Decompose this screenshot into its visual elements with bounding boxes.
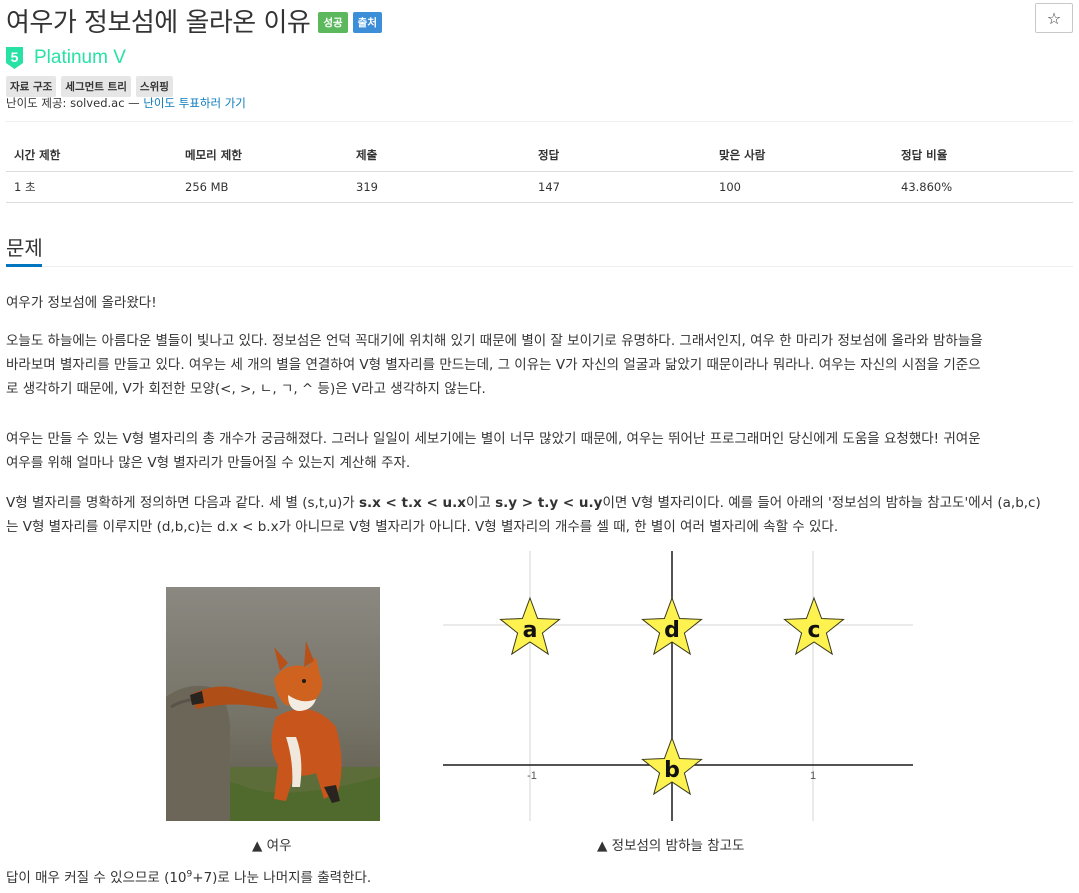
success-label[interactable]: 성공 [318,11,348,33]
tier-badge-icon[interactable]: 5 [6,47,23,69]
vote-difficulty-link[interactable]: 난이도 투표하러 가기 [143,96,246,110]
problem-title: 여우가 정보섬에 올라온 이유 [6,7,311,38]
section-underline [6,264,42,267]
definition-text-1: V형 별자리를 명확하게 정의하면 다음과 같다. 세 별 (s,t,u)가 [6,495,359,511]
output-instruction: 답이 매우 커질 수 있으므로 (109+7)로 나눈 나머지를 출력한다. [6,866,372,887]
paragraph-definition: V형 별자리를 명확하게 정의하면 다음과 같다. 세 별 (s,t,u)가 s… [6,491,1073,539]
section-divider [6,266,1073,267]
star-label: d [664,618,680,643]
paragraph-request-line-1: 여우는 만들 수 있는 V형 별자리의 총 개수가 궁금해졌다. 그러나 일일이… [6,431,981,447]
source-label[interactable]: 출처 [352,11,382,33]
difficulty-credit: 난이도 제공: solved.ac — 난이도 투표하러 가기 [6,95,246,111]
x-tick-label: 1 [810,770,816,782]
paragraph-story-line-3: 로 생각하기 때문에, V가 회전한 모양(<, >, ㄴ, ㄱ, ^ 등)은 … [6,381,486,397]
paragraph-story-line-2: 바라보며 별자리를 만들고 있다. 여우는 세 개의 별을 연결하여 V형 별자… [6,357,981,373]
header-accepted: 정답 [530,140,711,172]
definition-x-condition: s.x < t.x < u.x [358,495,466,511]
favorite-star-button[interactable]: ☆ [1035,3,1073,33]
star-label: c [807,618,820,643]
value-accepted[interactable]: 147 [530,171,711,203]
paragraph-definition-line-1: V형 별자리를 명확하게 정의하면 다음과 같다. 세 별 (s,t,u)가 s… [6,491,1073,515]
output-text-1: 답이 매우 커질 수 있으므로 (10 [6,870,187,886]
value-submissions[interactable]: 319 [348,171,530,203]
star-label: b [664,758,680,783]
tag-segment-tree[interactable]: 세그먼트 트리 [61,76,131,97]
value-ratio: 43.860% [893,171,1073,203]
fox-caption: ▲ 여우 [252,838,292,854]
section-title: 문제 [6,236,43,260]
value-memory-limit: 256 MB [177,171,348,203]
header-ratio: 정답 비율 [893,140,1073,172]
definition-text-2: 이고 [466,495,496,511]
star-c: c [783,596,845,656]
header-solvers: 맞은 사람 [711,140,893,172]
definition-text-3: 이면 V형 별자리이다. 예를 들어 아래의 '정보섬의 밤하늘 참고도'에서 … [602,495,1041,511]
paragraph-request: 여우는 만들 수 있는 V형 별자리의 총 개수가 궁금해졌다. 그러나 일일이… [6,427,1073,475]
paragraph-definition-line-2: 는 V형 별자리를 이루지만 (d,b,c)는 d.x < b.x가 아니므로 … [6,519,839,535]
problem-info-table: 시간 제한 메모리 제한 제출 정답 맞은 사람 정답 비율 1 초 256 M… [6,140,1073,203]
x-tick-label: -1 [527,770,537,782]
paragraph-request-line-2: 여우를 위해 얼마나 많은 V형 별자리가 만들어질 수 있는지 계산해 주자. [6,455,411,471]
problem-title-row: 여우가 정보섬에 올라온 이유 성공 출처 [6,2,382,38]
divider [6,121,1073,122]
value-time-limit: 1 초 [6,171,177,203]
tag-sweeping[interactable]: 스위핑 [135,76,173,97]
fox-photo [166,587,380,821]
info-header-row: 시간 제한 메모리 제한 제출 정답 맞은 사람 정답 비율 [6,140,1073,172]
info-value-row: 1 초 256 MB 319 147 100 43.860% [6,171,1073,203]
diagram-caption: ▲ 정보섬의 밤하늘 참고도 [597,838,745,854]
tag-list: 자료 구조 세그먼트 트리 스위핑 [6,76,173,97]
tier-row: 5 Platinum V [6,47,126,69]
tag-data-structure[interactable]: 자료 구조 [6,76,57,97]
paragraph-story-line-1: 오늘도 하늘에는 아름다운 별들이 빛나고 있다. 정보섬은 언덕 꼭대기에 위… [6,333,983,349]
paragraph-intro: 여우가 정보섬에 올라왔다! [6,295,157,311]
header-memory-limit: 메모리 제한 [177,140,348,172]
star-icon: ☆ [1046,8,1062,28]
header-time-limit: 시간 제한 [6,140,177,172]
night-sky-diagram: -1 0 1 1 adcb [443,551,913,821]
definition-y-condition: s.y > t.y < u.y [495,495,603,511]
output-text-2: +7)로 나눈 나머지를 출력한다. [192,870,372,886]
credit-prefix: 난이도 제공: solved.ac — [6,96,144,110]
star-label: a [523,618,538,643]
tier-text[interactable]: Platinum V [34,47,126,69]
tier-number: 5 [11,49,19,65]
value-solvers[interactable]: 100 [711,171,893,203]
paragraph-story: 오늘도 하늘에는 아름다운 별들이 빛나고 있다. 정보섬은 언덕 꼭대기에 위… [6,329,1073,401]
header-submissions: 제출 [348,140,530,172]
